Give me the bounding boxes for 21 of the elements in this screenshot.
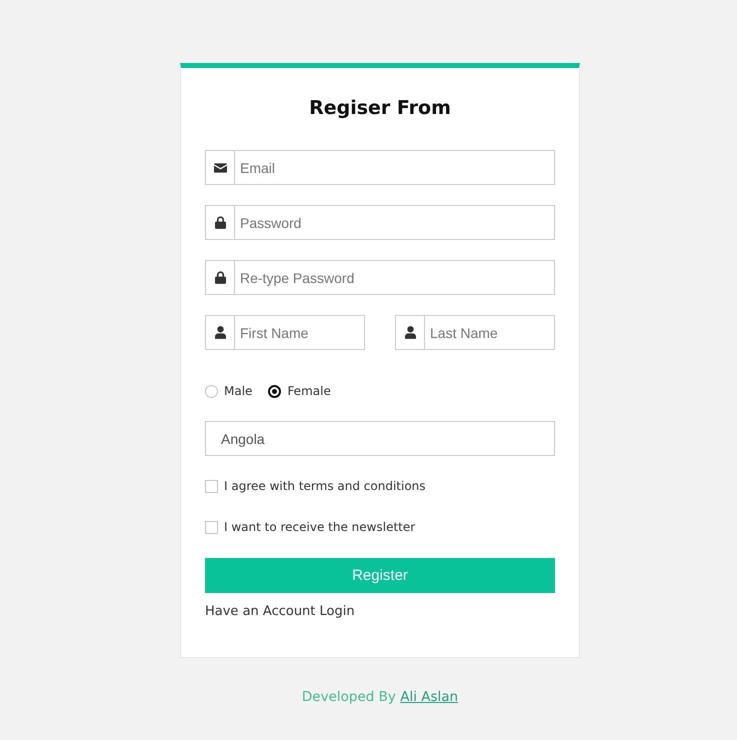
- envelope-icon: [214, 162, 226, 172]
- email-field[interactable]: Email: [235, 150, 555, 185]
- checkbox-label: I want to receive the newsletter: [224, 519, 416, 535]
- form-title: Regiser From: [309, 96, 451, 121]
- name-field[interactable]: First Name: [235, 315, 365, 350]
- checkbox[interactable]: [205, 520, 218, 534]
- login-link[interactable]: Have an Account Login: [205, 603, 355, 621]
- checkbox-label: I agree with terms and conditions: [224, 478, 426, 494]
- checkbox[interactable]: [205, 480, 218, 492]
- person-icon: [214, 326, 226, 339]
- credit-text: Developed By: [302, 689, 396, 705]
- radio-label: Female: [287, 383, 331, 399]
- lock-icon: [214, 216, 226, 229]
- person-icon: [404, 326, 416, 339]
- country-select[interactable]: Angola: [205, 421, 555, 456]
- radio-label: Male: [224, 383, 252, 399]
- password-field[interactable]: Password: [235, 205, 555, 240]
- name-field[interactable]: Last Name: [425, 315, 555, 350]
- password-field[interactable]: Re-type Password: [235, 260, 555, 295]
- lock-icon: [214, 271, 226, 284]
- radio-button[interactable]: [268, 384, 282, 398]
